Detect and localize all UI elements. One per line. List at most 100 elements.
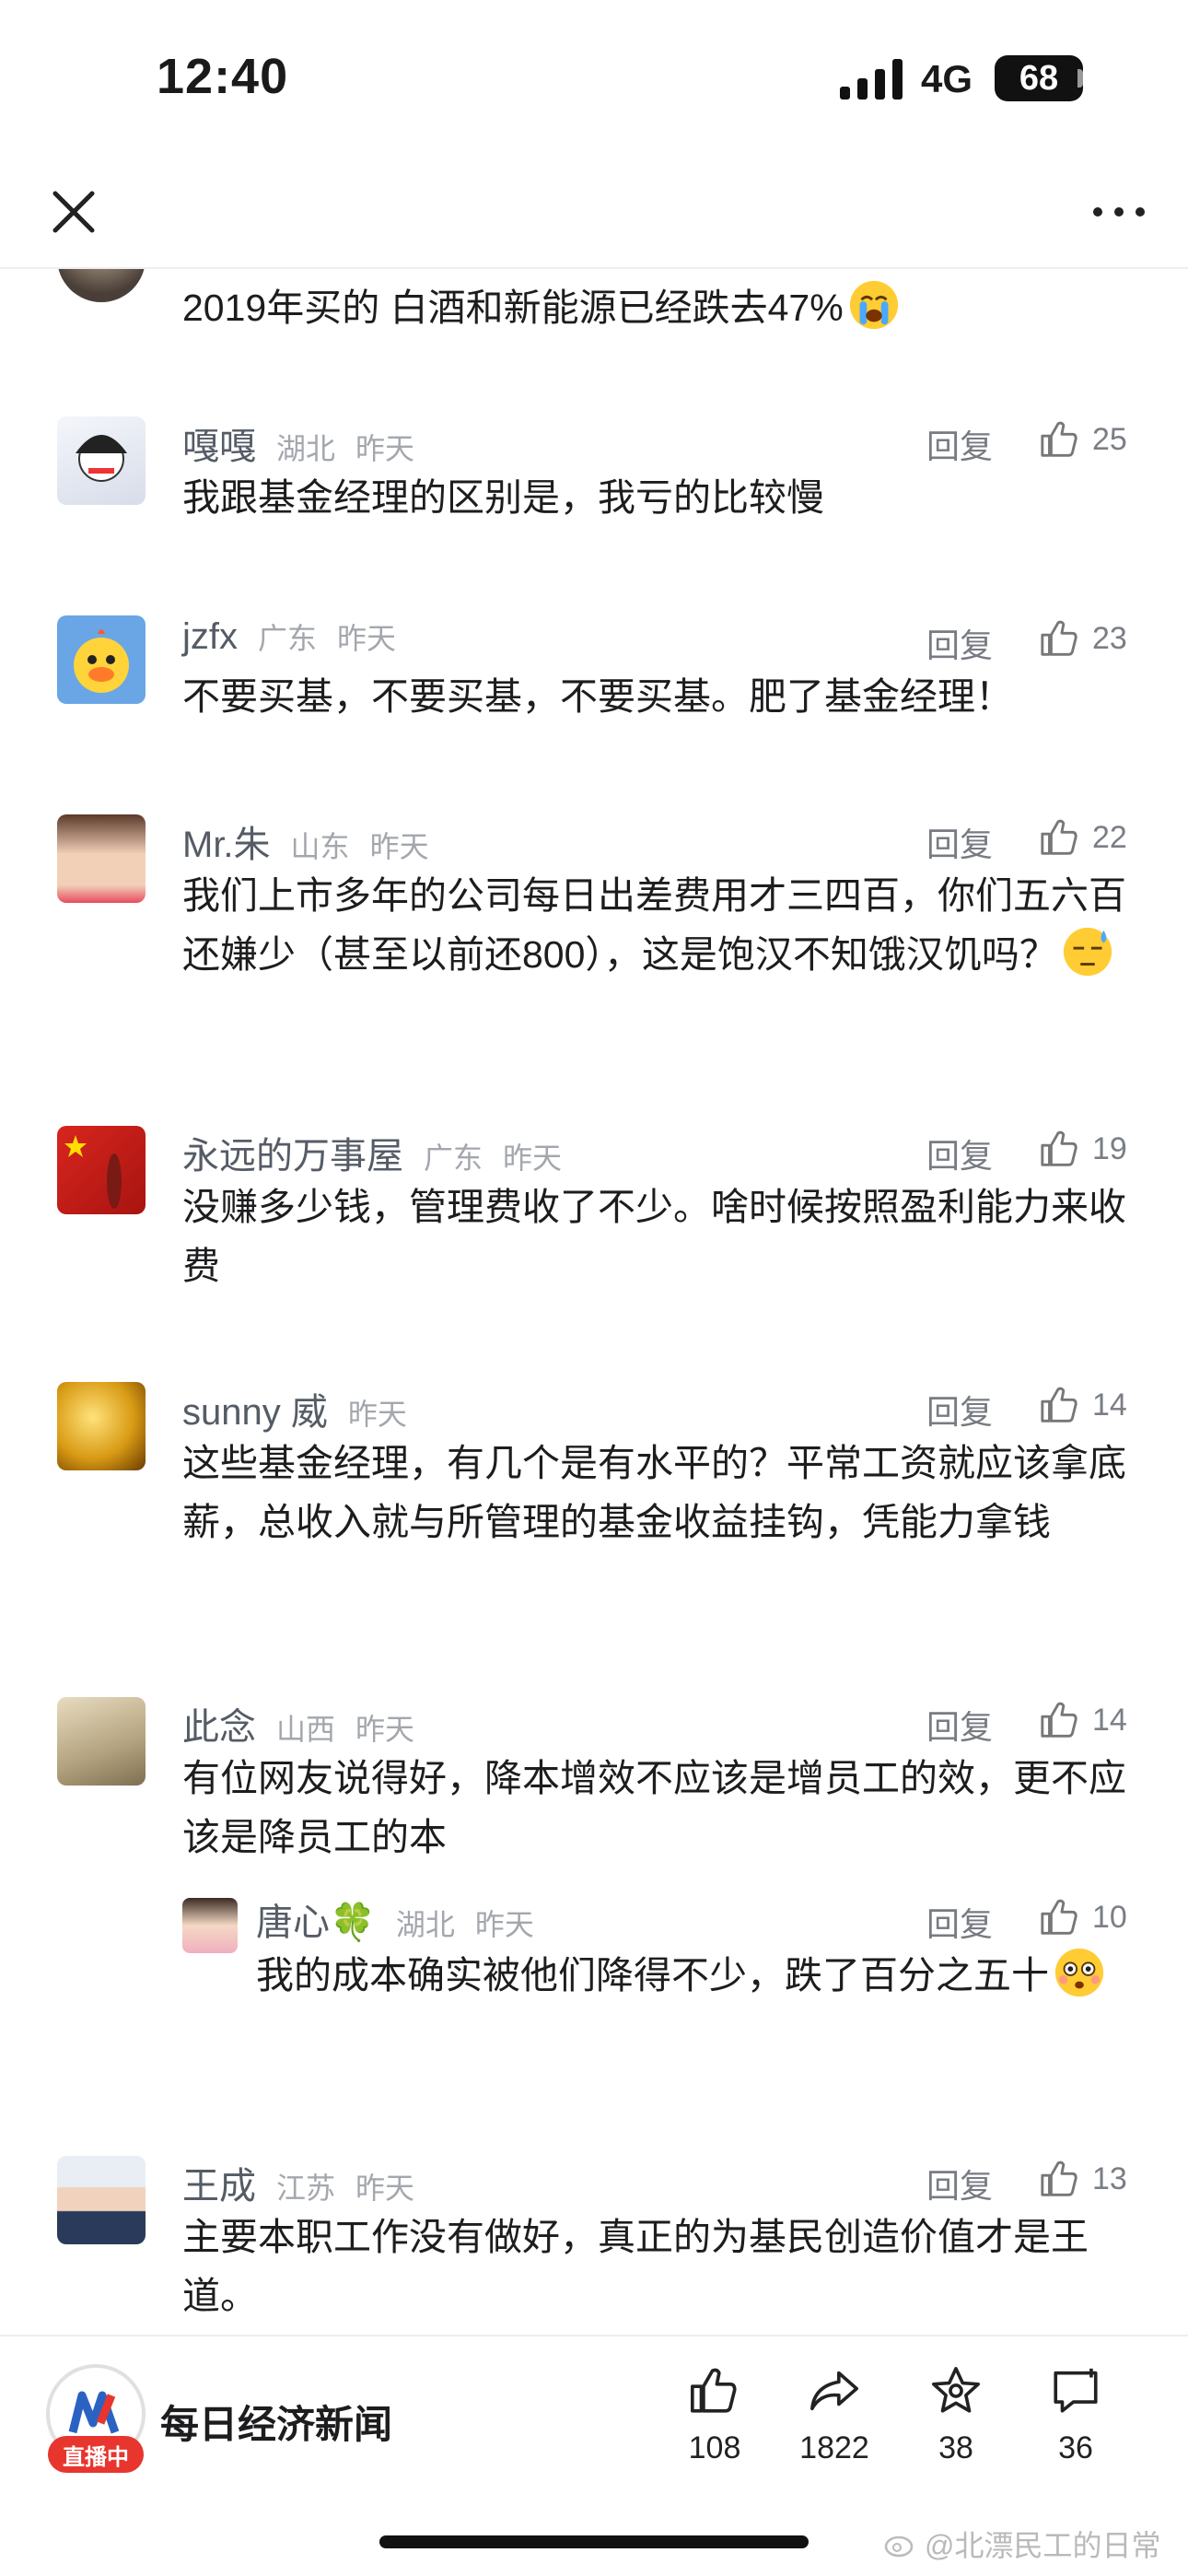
author-region: 广东 [424,1142,483,1175]
reply-button[interactable]: 回复 [926,420,993,468]
thumbs-up-icon [691,2368,737,2413]
avatar[interactable] [57,1697,146,1786]
thumbs-up-icon [1041,421,1077,457]
comment-text: 没赚多少钱，管理费收了不少。啥时候按照盈利能力来收费 [182,1186,1126,1287]
comment-text: 有位网友说得好，降本增效不应该是增员工的效，更不应该是降员工的本 [182,1757,1126,1858]
reply-button[interactable]: 回复 [926,619,993,667]
comment-time: 昨天 [347,1398,407,1431]
nav-bar [0,157,1188,269]
like-button[interactable]: 13 [1039,2156,1127,2202]
like-action[interactable]: 108 [659,2364,770,2466]
live-badge[interactable]: 直播中 [48,2436,144,2473]
comment-time: 昨天 [369,830,429,863]
comment-text: 我们上市多年的公司每日出差费用才三四百，你们五六百还嫌少（甚至以前还800），这… [182,866,1140,984]
comment-list[interactable]: 2019年买的 白酒和新能源已经跌去47% 嘎嘎 湖北 昨天 回复 25 我跟基… [0,269,1188,2335]
author-region: 山西 [276,1713,336,1746]
comment-time: 昨天 [337,622,397,655]
like-count: 14 [1092,1702,1127,1738]
reply-button[interactable]: 回复 [926,1386,993,1434]
avatar[interactable] [57,269,146,302]
like-button[interactable]: 14 [1039,1382,1127,1428]
share-action[interactable]: 1822 [779,2364,890,2466]
avatar[interactable] [57,1126,146,1214]
thumbs-up-icon [1041,819,1077,855]
avatar[interactable] [57,416,146,505]
like-button[interactable]: 19 [1039,1126,1127,1172]
like-count: 13 [1092,2160,1127,2196]
battery-icon: 68 [995,55,1083,101]
sub-reply-region: 湖北 [395,1908,455,1941]
share-count: 1822 [799,2430,869,2465]
like-count: 14 [1092,1387,1127,1423]
more-options-icon[interactable] [1087,184,1151,240]
author-region: 广东 [258,622,318,655]
sub-reply-author[interactable]: 唐心🍀 [256,1892,376,1946]
comment-meta: jzfx 广东 昨天 [182,615,396,667]
sub-like-button[interactable]: 10 [1039,1894,1127,1940]
author-name[interactable]: 王成 [182,2156,256,2209]
author-name[interactable]: sunny 威 [182,1382,328,1435]
sub-like-count: 10 [1092,1899,1127,1935]
like-count: 23 [1092,620,1127,656]
author-name[interactable]: 嘎嘎 [182,416,256,470]
comment-action[interactable]: 36 [1020,2364,1131,2466]
reply-button[interactable]: 回复 [926,1130,993,1177]
author-name[interactable]: 永远的万事屋 [182,1126,403,1179]
thumbs-up-icon [1041,2160,1077,2196]
watermark-text: @北漂民工的日常 [925,2529,1161,2562]
avatar[interactable] [57,2156,146,2244]
reply-button[interactable]: 回复 [926,1701,993,1749]
author-region: 江苏 [276,2172,336,2205]
comment-text: 主要本职工作没有做好，真正的为基民创造价值才是王道。 [182,2216,1089,2317]
comment-meta: 嘎嘎 湖北 昨天 [182,416,414,468]
like-button[interactable]: 25 [1039,416,1127,463]
comment-count: 36 [1058,2430,1093,2465]
author-region: 山东 [290,830,350,863]
comment-meta: 此念 山西 昨天 [182,1697,414,1749]
like-count: 25 [1092,421,1127,457]
comment-time: 昨天 [355,432,415,465]
favorite-action[interactable]: 38 [901,2364,1011,2466]
comment-meta: sunny 威 昨天 [182,1382,407,1434]
cellular-signal-icon [840,59,903,100]
share-icon [810,2371,858,2411]
reply-button[interactable]: 回复 [926,818,993,866]
author-name[interactable]: jzfx [182,616,238,658]
sub-reply-button[interactable]: 回复 [926,1898,993,1946]
comment-time: 昨天 [355,1713,415,1746]
thumbs-up-icon [1041,1130,1077,1166]
watermark: @北漂民工的日常 [884,2523,1161,2565]
flushed-face-icon [1054,1948,1104,1997]
like-button[interactable]: 14 [1039,1697,1127,1743]
like-button[interactable]: 22 [1039,814,1127,861]
close-icon[interactable] [46,184,101,240]
battery-level: 68 [1019,58,1059,98]
comment-meta: Mr.朱 山东 昨天 [182,814,429,866]
avatar[interactable] [57,615,146,704]
crying-face-icon [849,280,898,330]
thumbs-up-icon [1041,620,1077,656]
comment-text: 这些基金经理，有几个是有水平的？平常工资就应该拿底薪，总收入就与所管理的基金收益… [182,1442,1126,1543]
star-icon [932,2367,980,2413]
like-button[interactable]: 23 [1039,615,1127,662]
sub-reply-time: 昨天 [474,1908,534,1941]
status-bar: 12:40 4G 68 [0,0,1188,157]
comment-time: 昨天 [355,2172,415,2205]
comment-meta: 永远的万事屋 广东 昨天 [182,1126,562,1177]
author-name[interactable]: 此念 [182,1697,256,1751]
comment-icon [1054,2368,1098,2413]
favorite-count: 38 [938,2430,973,2465]
like-count: 22 [1092,819,1127,855]
like-count: 19 [1092,1130,1127,1166]
comment-text: 2019年买的 白酒和新能源已经跌去47% [182,278,1140,337]
reply-button[interactable]: 回复 [926,2160,993,2207]
comment-text: 不要买基，不要买基，不要买基。肥了基金经理！ [182,675,1013,718]
comment-meta: 王成 江苏 昨天 [182,2156,414,2207]
author-name[interactable]: Mr.朱 [182,814,271,868]
source-name[interactable]: 每日经济新闻 [160,2394,392,2450]
sub-reply-avatar[interactable] [182,1898,238,1953]
sweat-face-icon [1063,927,1112,977]
like-count: 108 [688,2430,741,2465]
avatar[interactable] [57,1382,146,1470]
avatar[interactable] [57,814,146,903]
